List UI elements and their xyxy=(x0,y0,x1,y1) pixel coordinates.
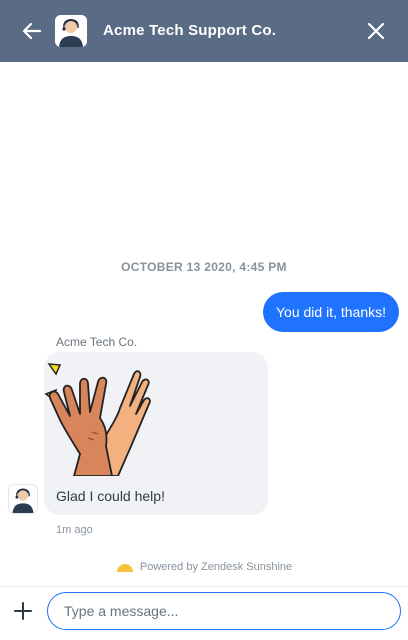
message-timestamp: 1m ago xyxy=(56,524,93,536)
header-avatar xyxy=(55,15,87,47)
agent-avatar xyxy=(8,484,38,514)
agent-message-text: Glad I could help! xyxy=(56,488,165,504)
sunshine-logo-icon xyxy=(116,564,133,572)
support-agent-icon xyxy=(9,485,37,513)
agent-name: Acme Tech Co. xyxy=(56,335,138,349)
add-attachment-icon[interactable] xyxy=(12,600,34,622)
high-five-sticker-icon xyxy=(44,363,151,476)
powered-by-text: Powered by Zendesk Sunshine xyxy=(139,561,293,573)
header-title: Acme Tech Support Co. xyxy=(103,22,277,39)
date-divider: OCTOBER 13 2020, 4:45 PM xyxy=(121,260,287,274)
back-arrow-icon[interactable] xyxy=(20,19,44,43)
support-agent-icon xyxy=(55,15,87,47)
agent-message-card: Glad I could help! xyxy=(44,352,268,515)
powered-by[interactable]: Powered by Zendesk Sunshine xyxy=(0,561,408,573)
user-message-bubble: You did it, thanks! xyxy=(262,292,399,332)
chat-header: Acme Tech Support Co. xyxy=(0,0,408,62)
message-input[interactable] xyxy=(47,592,401,630)
message-composer xyxy=(0,586,408,640)
close-icon[interactable] xyxy=(364,19,388,43)
